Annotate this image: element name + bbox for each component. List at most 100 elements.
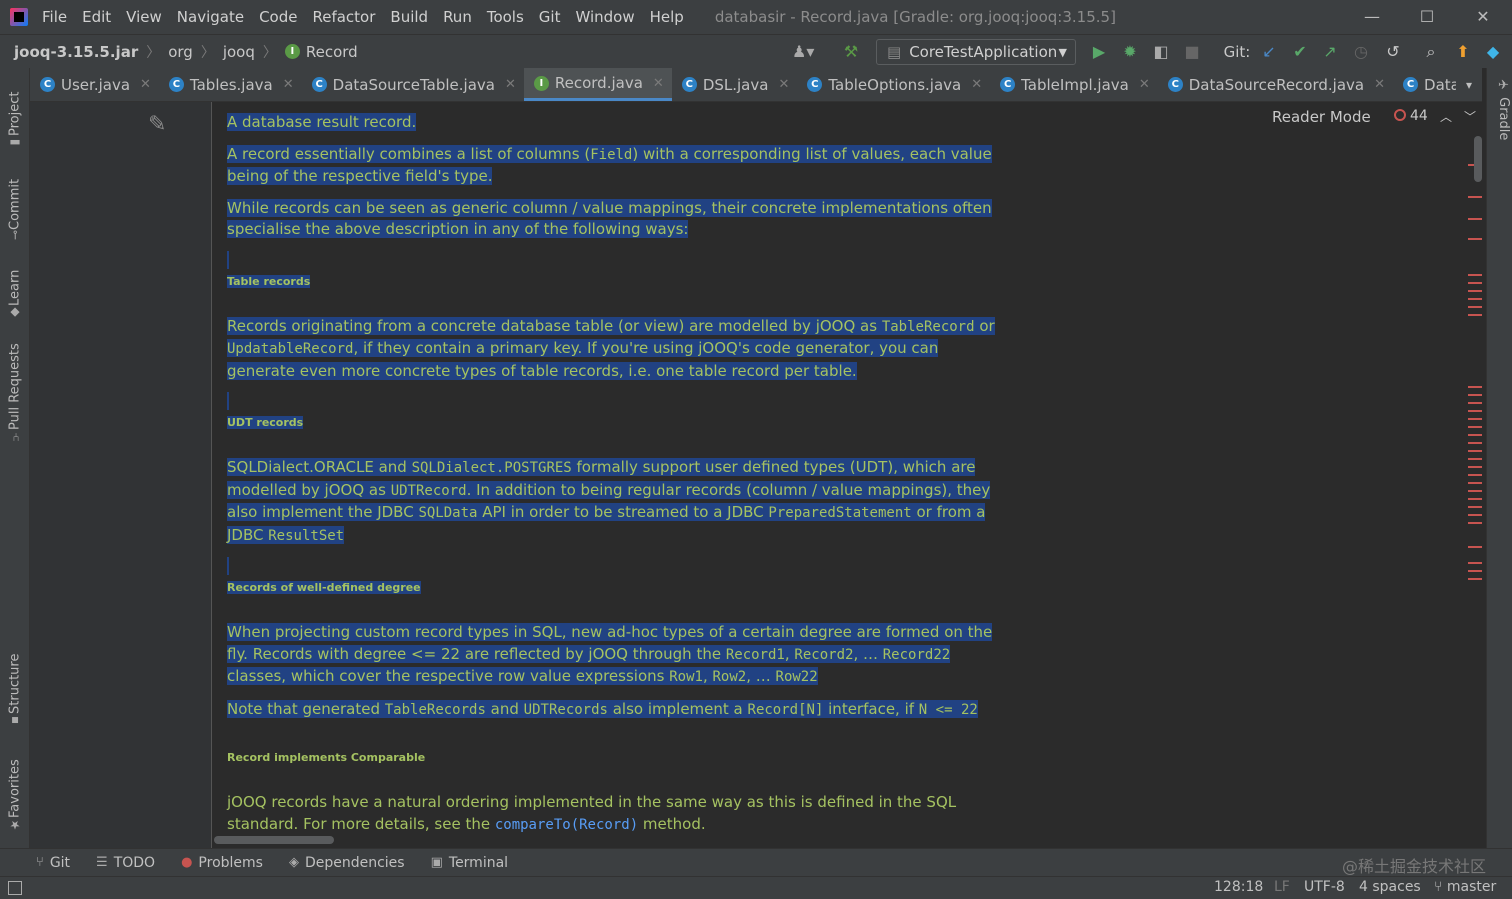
reader-mode-toggle[interactable]: Reader Mode — [1272, 108, 1371, 126]
close-icon[interactable]: ✕ — [778, 77, 789, 92]
git-commit-icon[interactable]: ✔ — [1289, 41, 1311, 63]
search-icon[interactable]: ⌕ — [1420, 41, 1442, 63]
menu-view[interactable]: View — [126, 8, 162, 26]
error-mark[interactable] — [1468, 434, 1482, 436]
debug-icon[interactable]: ✹ — [1119, 41, 1141, 63]
error-mark[interactable] — [1468, 298, 1482, 300]
tab-datasourcetable-java[interactable]: C DataSourceTable.java ✕ — [302, 68, 524, 101]
tool-learn[interactable]: ◆ Learn — [2, 260, 28, 326]
close-icon[interactable]: ✕ — [971, 77, 982, 92]
error-mark[interactable] — [1468, 498, 1482, 500]
caret-position[interactable]: 128:18 — [1214, 879, 1263, 895]
rollback-icon[interactable]: ↺ — [1382, 41, 1404, 63]
close-icon[interactable]: ✕ — [140, 77, 151, 92]
run-configuration-select[interactable]: ▤ CoreTestApplication ▼ — [876, 39, 1076, 65]
horizontal-scrollbar[interactable] — [214, 836, 334, 844]
menu-help[interactable]: Help — [650, 8, 684, 26]
breadcrumb-root[interactable]: jooq-3.15.5.jar — [14, 43, 138, 61]
tool-favorites[interactable]: ★ Favorites — [2, 754, 28, 838]
breadcrumb-jooq[interactable]: jooq — [223, 43, 255, 61]
tool-structure[interactable]: ▪ Structure — [2, 652, 28, 734]
tab-record-java[interactable]: I Record.java ✕ — [523, 68, 672, 101]
error-mark[interactable] — [1468, 274, 1482, 276]
minimize-button[interactable]: — — [1358, 5, 1386, 29]
error-mark[interactable] — [1468, 578, 1482, 580]
tab-dsl-java[interactable]: C DSL.java ✕ — [672, 68, 798, 101]
file-encoding[interactable]: UTF-8 — [1304, 879, 1345, 895]
error-mark[interactable] — [1468, 506, 1482, 508]
menu-window[interactable]: Window — [575, 8, 634, 26]
error-mark[interactable] — [1468, 418, 1482, 420]
error-mark[interactable] — [1468, 238, 1482, 240]
line-separator[interactable]: LF — [1274, 879, 1290, 895]
code-with-me-icon[interactable]: ◆ — [1482, 41, 1504, 63]
error-mark[interactable] — [1468, 386, 1482, 388]
error-mark[interactable] — [1468, 282, 1482, 284]
error-mark[interactable] — [1468, 522, 1482, 524]
error-mark[interactable] — [1468, 482, 1482, 484]
tool-terminal[interactable]: ▣ Terminal — [431, 855, 508, 871]
user-dropdown-icon[interactable]: ♟▾ — [792, 41, 814, 63]
tool-gradle[interactable]: ✈ Gradle — [1489, 78, 1511, 140]
editor-area[interactable]: A database result record. A record essen… — [212, 102, 1486, 848]
menu-navigate[interactable]: Navigate — [177, 8, 244, 26]
error-mark[interactable] — [1468, 570, 1482, 572]
git-push-icon[interactable]: ↗ — [1319, 41, 1341, 63]
close-icon[interactable]: ✕ — [505, 77, 516, 92]
stop-icon[interactable]: ■ — [1181, 41, 1203, 63]
tab-tables-java[interactable]: C Tables.java ✕ — [159, 68, 302, 101]
close-icon[interactable]: ✕ — [1139, 77, 1150, 92]
tool-commit[interactable]: ⊸ Commit — [2, 166, 28, 246]
vertical-scrollbar[interactable] — [1474, 136, 1482, 182]
close-icon[interactable]: ✕ — [283, 77, 294, 92]
error-mark[interactable] — [1468, 394, 1482, 396]
tab-overflow-chevron-icon[interactable]: ▾ — [1456, 68, 1482, 101]
pencil-icon[interactable]: ✎ — [148, 112, 166, 137]
indent-setting[interactable]: 4 spaces — [1359, 879, 1421, 895]
menu-edit[interactable]: Edit — [82, 8, 111, 26]
update-icon[interactable]: ⬆ — [1452, 41, 1474, 63]
close-icon[interactable]: ✕ — [653, 76, 664, 91]
tab-tableoptions-java[interactable]: C TableOptions.java ✕ — [797, 68, 990, 101]
menu-git[interactable]: Git — [539, 8, 561, 26]
tab-tableimpl-java[interactable]: C TableImpl.java ✕ — [990, 68, 1158, 101]
error-mark[interactable] — [1468, 442, 1482, 444]
error-mark[interactable] — [1468, 458, 1482, 460]
error-mark[interactable] — [1468, 466, 1482, 468]
error-mark[interactable] — [1468, 474, 1482, 476]
error-mark[interactable] — [1468, 490, 1482, 492]
tool-todo[interactable]: ☰ TODO — [96, 855, 155, 871]
error-mark[interactable] — [1468, 450, 1482, 452]
tab-datasourcerecord-java[interactable]: C DataSourceRecord.java ✕ — [1158, 68, 1393, 101]
menu-refactor[interactable]: Refactor — [312, 8, 375, 26]
error-mark[interactable] — [1468, 514, 1482, 516]
error-mark[interactable] — [1468, 562, 1482, 564]
error-mark[interactable] — [1468, 290, 1482, 292]
breadcrumb-record[interactable]: Record — [306, 43, 358, 61]
tool-problems[interactable]: ● Problems — [181, 855, 263, 871]
coverage-icon[interactable]: ◧ — [1150, 41, 1172, 63]
close-icon[interactable]: ✕ — [1374, 77, 1385, 92]
menu-file[interactable]: File — [42, 8, 67, 26]
run-icon[interactable]: ▶ — [1088, 41, 1110, 63]
menu-build[interactable]: Build — [390, 8, 428, 26]
maximize-button[interactable]: ☐ — [1413, 5, 1441, 29]
toggle-tool-windows-icon[interactable] — [8, 881, 22, 895]
previous-error-icon[interactable]: ︿ — [1440, 108, 1452, 125]
error-mark[interactable] — [1468, 546, 1482, 548]
error-mark[interactable] — [1468, 218, 1482, 220]
error-mark[interactable] — [1468, 426, 1482, 428]
error-mark[interactable] — [1468, 196, 1482, 198]
tool-project[interactable]: ▬ Project — [2, 76, 28, 156]
history-icon[interactable]: ◷ — [1350, 41, 1372, 63]
tool-dependencies[interactable]: ◈ Dependencies — [289, 855, 405, 871]
compareto-link[interactable]: compareTo(Record) — [495, 817, 638, 833]
build-hammer-icon[interactable]: ⚒ — [840, 41, 862, 63]
breadcrumb-org[interactable]: org — [168, 43, 193, 61]
error-mark[interactable] — [1468, 410, 1482, 412]
git-branch[interactable]: ⑂ master — [1434, 879, 1496, 895]
tool-pull-requests[interactable]: ⑂ Pull Requests — [2, 338, 28, 448]
menu-code[interactable]: Code — [259, 8, 297, 26]
tab-user-java[interactable]: C User.java ✕ — [30, 68, 159, 101]
tool-git[interactable]: ⑂ Git — [36, 855, 70, 871]
